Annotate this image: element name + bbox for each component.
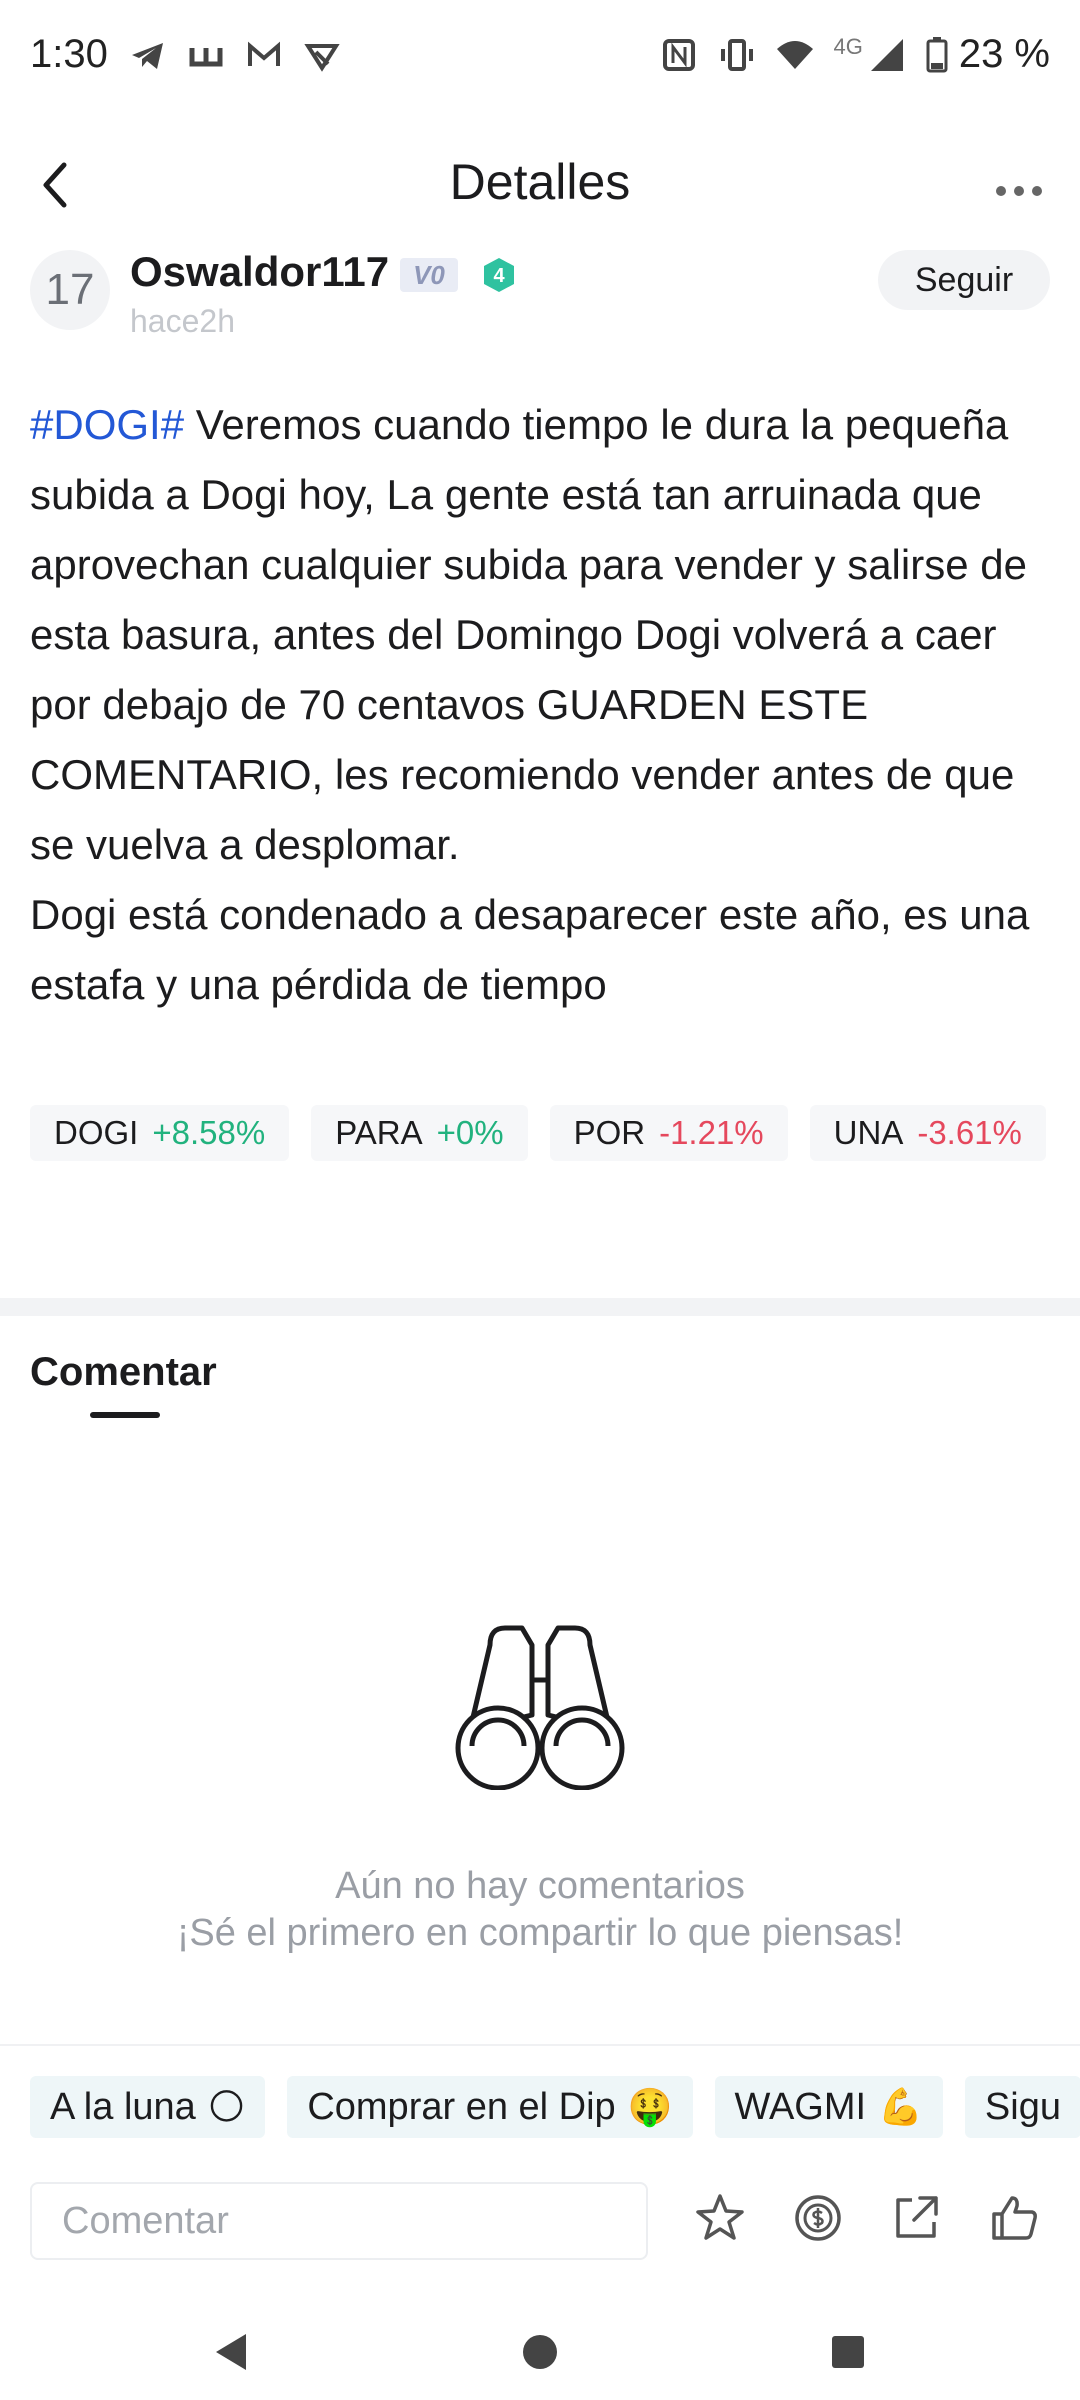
rank-hexagon-icon: 4	[484, 258, 514, 292]
empty-state-subtitle: ¡Sé el primero en compartir lo que piens…	[176, 1912, 904, 1954]
quick-reply-label: WAGMI	[734, 2085, 867, 2128]
full-moon-icon: 🌕	[207, 2086, 246, 2128]
ticker-change: -1.21%	[659, 1114, 764, 1151]
ticker-symbol: DOGI	[54, 1114, 139, 1151]
quick-reply-label: Comprar en el Dip	[307, 2085, 616, 2128]
binoculars-icon	[455, 1625, 625, 1790]
quick-reply-chip[interactable]: Comprar en el Dip 🤑	[287, 2076, 693, 2138]
tip-button[interactable]	[790, 2190, 846, 2246]
star-icon	[696, 2194, 744, 2240]
tab-indicator	[90, 1412, 160, 1418]
page-title: Detalles	[449, 154, 631, 210]
author-name[interactable]: Oswaldor117	[130, 248, 389, 296]
ticker-change: +8.58%	[152, 1114, 266, 1151]
quick-reply-chip[interactable]: WAGMI 💪	[714, 2076, 943, 2138]
vibrate-icon	[721, 38, 754, 71]
ticker-chip[interactable]: PARA +0%	[311, 1105, 528, 1161]
network-type: 4G	[833, 33, 863, 59]
quick-reply-label: A la luna	[50, 2085, 196, 2128]
nav-home-icon[interactable]	[518, 2330, 562, 2374]
post-time: hace2h	[130, 303, 235, 339]
hashtag-link[interactable]: #DOGI#	[30, 401, 184, 448]
money-face-icon: 🤑	[627, 2087, 673, 2128]
avatar[interactable]: 17	[30, 250, 110, 330]
more-dot-icon	[1014, 186, 1024, 196]
ticker-chip[interactable]: UNA -3.61%	[809, 1105, 1046, 1161]
quick-reply-bar: A la luna 🌕 Comprar en el Dip 🤑 WAGMI 💪 …	[30, 2076, 1080, 2140]
thumbs-up-icon	[992, 2196, 1037, 2240]
post-text: Veremos cuando tiempo le dura la pequeña…	[30, 401, 1027, 868]
quick-reply-label: Sigu	[984, 2085, 1061, 2128]
ticker-list: DOGI +8.58% PARA +0% POR -1.21% UNA -3.6…	[30, 1105, 1050, 1161]
ticker-chip[interactable]: POR -1.21%	[549, 1105, 788, 1161]
status-time: 1:30	[30, 32, 108, 76]
system-nav-bar	[0, 2300, 1080, 2400]
share-button[interactable]	[888, 2190, 944, 2246]
empty-state-title: Aún no hay comentarios	[335, 1865, 745, 1907]
tab-comments[interactable]: Comentar	[30, 1350, 217, 1395]
ticker-change: +0%	[436, 1114, 504, 1151]
section-divider	[0, 1298, 1080, 1316]
ticker-change: -3.61%	[917, 1114, 1022, 1151]
follow-button[interactable]: Seguir	[878, 250, 1050, 310]
ticker-symbol: POR	[573, 1114, 646, 1151]
battery-level: 23 %	[958, 32, 1050, 76]
nav-recents-icon[interactable]	[826, 2330, 870, 2374]
bottom-divider	[0, 2044, 1080, 2046]
rank-number: 4	[493, 265, 505, 287]
flexed-biceps-icon: 💪	[878, 2087, 923, 2128]
quick-reply-chip[interactable]: A la luna 🌕	[30, 2076, 266, 2138]
nfc-icon	[663, 38, 696, 71]
more-options-button[interactable]	[984, 151, 1054, 231]
more-dot-icon	[1032, 186, 1042, 196]
wifi-icon	[777, 40, 814, 69]
app-notification-icon	[304, 44, 340, 72]
more-dot-icon	[996, 186, 1006, 196]
battery-icon	[926, 36, 948, 72]
signal-icon	[870, 38, 903, 71]
share-external-icon	[896, 2196, 938, 2238]
gmail-icon	[248, 41, 280, 66]
w-app-icon	[189, 48, 223, 67]
post-body: #DOGI# Veremos cuando tiempo le dura la …	[30, 390, 1060, 1020]
comment-input[interactable]: Comentar	[30, 2182, 648, 2260]
post-paragraph: Dogi está condenado a desaparecer este a…	[30, 891, 1030, 1008]
coin-dollar-icon	[795, 2195, 841, 2241]
post-paragraph: #DOGI# Veremos cuando tiempo le dura la …	[30, 390, 1060, 880]
ticker-symbol: UNA	[833, 1114, 904, 1151]
nav-back-icon[interactable]	[210, 2330, 254, 2374]
status-bar: 1:30 4G 23 %	[0, 0, 1080, 120]
post-actions	[692, 2190, 1042, 2246]
ticker-symbol: PARA	[335, 1114, 423, 1151]
favorite-button[interactable]	[692, 2190, 748, 2246]
like-button[interactable]	[986, 2190, 1042, 2246]
level-badge: V0	[400, 258, 458, 292]
header: Detalles	[0, 115, 1080, 265]
ticker-chip[interactable]: DOGI +8.58%	[30, 1105, 290, 1161]
telegram-icon	[132, 43, 163, 69]
quick-reply-chip[interactable]: Sigu	[964, 2076, 1080, 2138]
